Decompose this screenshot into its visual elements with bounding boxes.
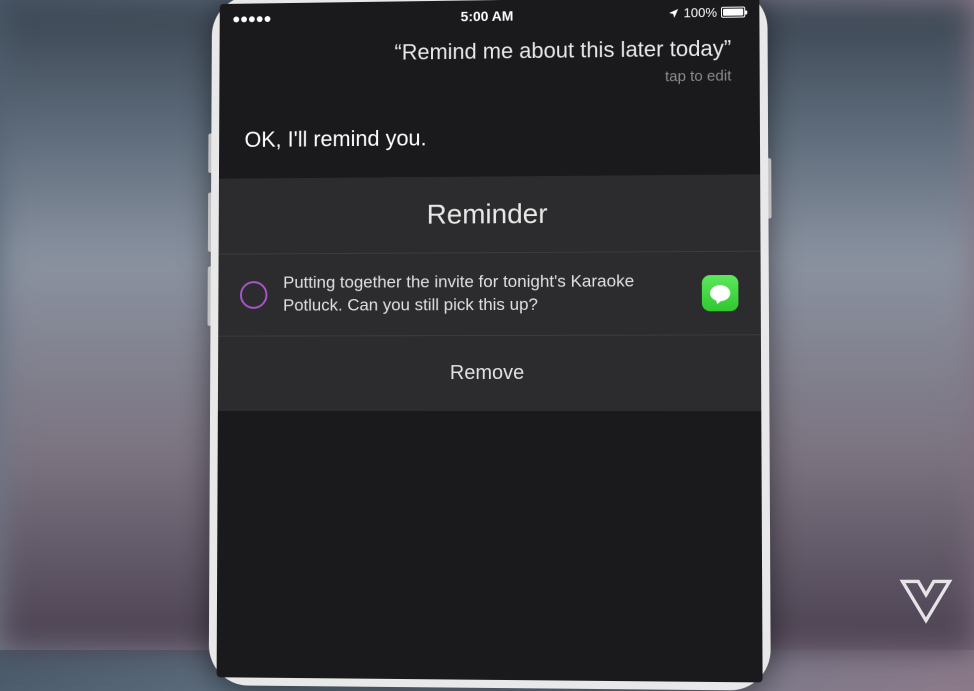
battery-icon — [721, 7, 745, 18]
remove-button[interactable]: Remove — [218, 335, 761, 411]
phone-screen: 5:00 AM 100% “Remind me about this later… — [217, 0, 763, 682]
iphone-frame: 5:00 AM 100% “Remind me about this later… — [209, 0, 771, 691]
reminder-checkbox[interactable] — [240, 281, 268, 309]
power-button — [768, 158, 771, 218]
location-icon — [667, 7, 679, 19]
tap-to-edit-hint[interactable]: tap to edit — [219, 65, 760, 110]
status-time: 5:00 AM — [461, 7, 514, 24]
reminder-text: Putting together the invite for tonight'… — [283, 270, 686, 317]
reminder-title: Reminder — [219, 174, 761, 254]
reminder-card: Reminder Putting together the invite for… — [218, 174, 761, 411]
reminder-item[interactable]: Putting together the invite for tonight'… — [218, 252, 761, 337]
volume-down-button — [208, 267, 211, 326]
verge-watermark-icon — [898, 577, 954, 630]
battery-percent: 100% — [683, 5, 717, 20]
siri-query-text[interactable]: “Remind me about this later today” — [219, 27, 759, 71]
speech-bubble-icon — [710, 285, 730, 301]
messages-app-icon[interactable] — [702, 275, 739, 311]
mute-switch — [208, 134, 211, 173]
volume-up-button — [208, 193, 211, 252]
siri-response-text: OK, I'll remind you. — [219, 104, 760, 179]
cellular-signal-icon — [233, 16, 270, 22]
